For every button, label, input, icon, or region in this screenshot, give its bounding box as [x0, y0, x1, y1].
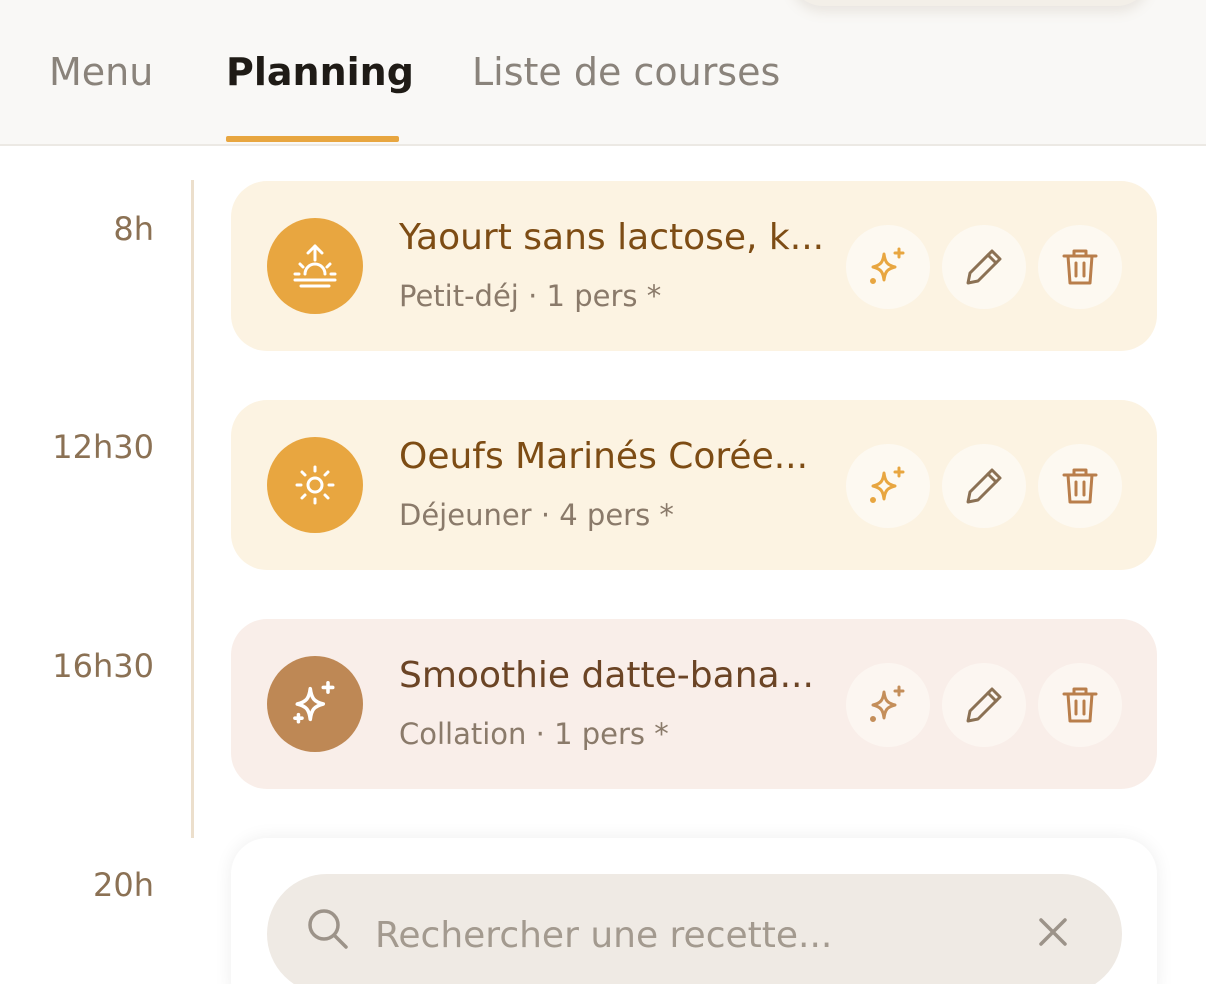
- time-label: 12h30: [52, 428, 154, 466]
- tab-menu[interactable]: Menu: [49, 50, 153, 94]
- meal-subtitle: Petit-déj · 1 pers *: [399, 279, 662, 313]
- pencil-icon: [966, 687, 1002, 723]
- delete-button[interactable]: [1038, 225, 1122, 309]
- tab-shopping-list[interactable]: Liste de courses: [472, 50, 780, 94]
- meal-card-snack[interactable]: Smoothie datte-bana... Collation · 1 per…: [231, 619, 1157, 789]
- edit-button[interactable]: [942, 225, 1026, 309]
- delete-button[interactable]: [1038, 444, 1122, 528]
- meal-card-breakfast[interactable]: Yaourt sans lactose, k... Petit-déj · 1 …: [231, 181, 1157, 351]
- meal-title: Yaourt sans lactose, k...: [399, 217, 825, 258]
- edit-button[interactable]: [942, 663, 1026, 747]
- trash-icon: [1062, 687, 1098, 723]
- search-icon: [308, 909, 348, 949]
- trash-icon: [1062, 468, 1098, 504]
- trash-icon: [1062, 249, 1098, 285]
- sun-icon: [267, 437, 363, 533]
- sparkle-icon: [870, 466, 905, 503]
- tab-planning[interactable]: Planning: [226, 50, 414, 94]
- sparkle-icon: [870, 247, 905, 284]
- pencil-icon: [966, 249, 1002, 285]
- top-pill-button[interactable]: [790, 0, 1150, 6]
- recipe-search-panel: [231, 838, 1157, 984]
- meal-card-lunch[interactable]: Oeufs Marinés Corée... Déjeuner · 4 pers…: [231, 400, 1157, 570]
- sunrise-icon: [267, 218, 363, 314]
- pencil-icon: [966, 468, 1002, 504]
- time-label: 20h: [93, 866, 154, 904]
- sparkle-icon: [870, 685, 905, 722]
- sparkle-icon: [267, 656, 363, 752]
- ai-suggest-button[interactable]: [846, 225, 930, 309]
- active-tab-indicator: [226, 136, 399, 142]
- meal-subtitle: Collation · 1 pers *: [399, 717, 669, 751]
- time-label: 8h: [113, 210, 154, 248]
- close-icon[interactable]: [1031, 910, 1075, 954]
- timeline-line: [191, 180, 194, 838]
- ai-suggest-button[interactable]: [846, 444, 930, 528]
- search-bar[interactable]: [267, 874, 1122, 984]
- edit-button[interactable]: [942, 444, 1026, 528]
- time-label: 16h30: [52, 647, 154, 685]
- search-input[interactable]: [375, 908, 1015, 962]
- meal-title: Oeufs Marinés Corée...: [399, 436, 809, 477]
- meal-subtitle: Déjeuner · 4 pers *: [399, 498, 674, 532]
- meal-title: Smoothie datte-bana...: [399, 655, 814, 696]
- ai-suggest-button[interactable]: [846, 663, 930, 747]
- tab-bar: Menu Planning Liste de courses: [0, 0, 1206, 146]
- delete-button[interactable]: [1038, 663, 1122, 747]
